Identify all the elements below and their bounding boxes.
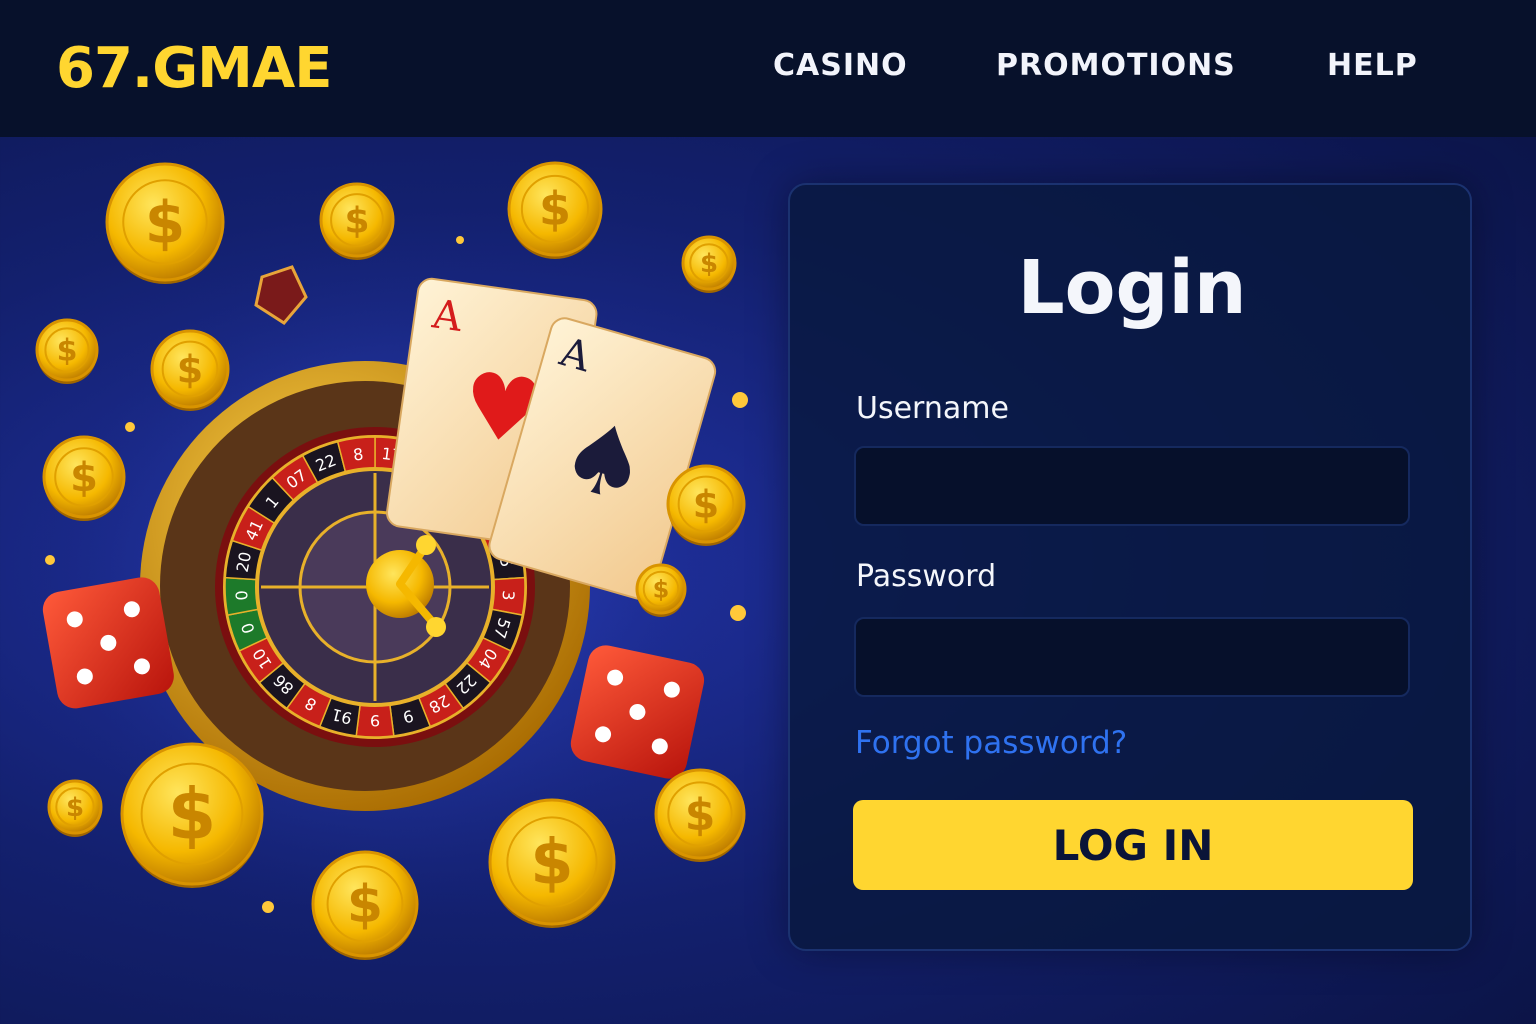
roulette-number: 9 — [370, 711, 380, 730]
login-title: Login — [1017, 245, 1247, 331]
nav-casino-link[interactable]: CASINO — [773, 48, 908, 83]
casino-illustration: 1710817105357042228999188610002041107228… — [0, 137, 770, 1024]
coin-icon: $ — [35, 318, 99, 384]
svg-text:$: $ — [693, 482, 719, 526]
roulette-number: 3 — [498, 590, 518, 601]
coin-icon: $ — [105, 162, 225, 284]
svg-text:$: $ — [145, 188, 185, 256]
svg-text:$: $ — [530, 826, 573, 899]
svg-text:$: $ — [70, 455, 98, 501]
svg-text:$: $ — [57, 334, 78, 369]
coin-icon: $ — [42, 435, 126, 521]
login-button[interactable]: LOG IN — [853, 800, 1413, 890]
coin-icon: $ — [311, 850, 419, 960]
forgot-password-link[interactable]: Forgot password? — [855, 725, 1127, 761]
site-logo[interactable]: 67.GMAE — [56, 36, 332, 101]
password-label: Password — [856, 559, 997, 594]
coin-icon: $ — [666, 464, 746, 546]
coin-icon: $ — [507, 161, 603, 259]
password-input[interactable] — [854, 617, 1410, 697]
coin-icon: $ — [150, 329, 230, 411]
nav-promotions-link[interactable]: PROMOTIONS — [996, 48, 1236, 83]
svg-text:$: $ — [347, 875, 383, 935]
svg-text:$: $ — [653, 575, 670, 603]
svg-text:$: $ — [685, 789, 716, 840]
username-input[interactable] — [854, 446, 1410, 526]
coin-icon: $ — [654, 768, 746, 862]
svg-text:$: $ — [344, 201, 369, 242]
coin-icon: $ — [488, 798, 616, 928]
coin-icon: $ — [120, 742, 264, 888]
nav-help-link[interactable]: HELP — [1327, 48, 1418, 83]
casino-illustration-graphic: 1710817105357042228999188610002041107228… — [20, 161, 748, 960]
svg-text:$: $ — [168, 774, 217, 856]
svg-text:$: $ — [539, 182, 571, 236]
svg-text:$: $ — [177, 347, 203, 391]
coin-icon: $ — [635, 563, 687, 617]
coin-icon: $ — [47, 779, 103, 837]
coin-icon: $ — [319, 182, 395, 260]
roulette-number: 20 — [233, 550, 255, 574]
coin-icon: $ — [681, 235, 737, 293]
roulette-number: 0 — [232, 590, 252, 601]
svg-text:$: $ — [700, 249, 718, 279]
username-label: Username — [856, 391, 1009, 426]
svg-text:$: $ — [66, 793, 84, 823]
login-card: Login Username Password Forgot password?… — [788, 183, 1472, 951]
top-navigation-bar: 67.GMAE CASINO PROMOTIONS HELP — [0, 0, 1536, 137]
